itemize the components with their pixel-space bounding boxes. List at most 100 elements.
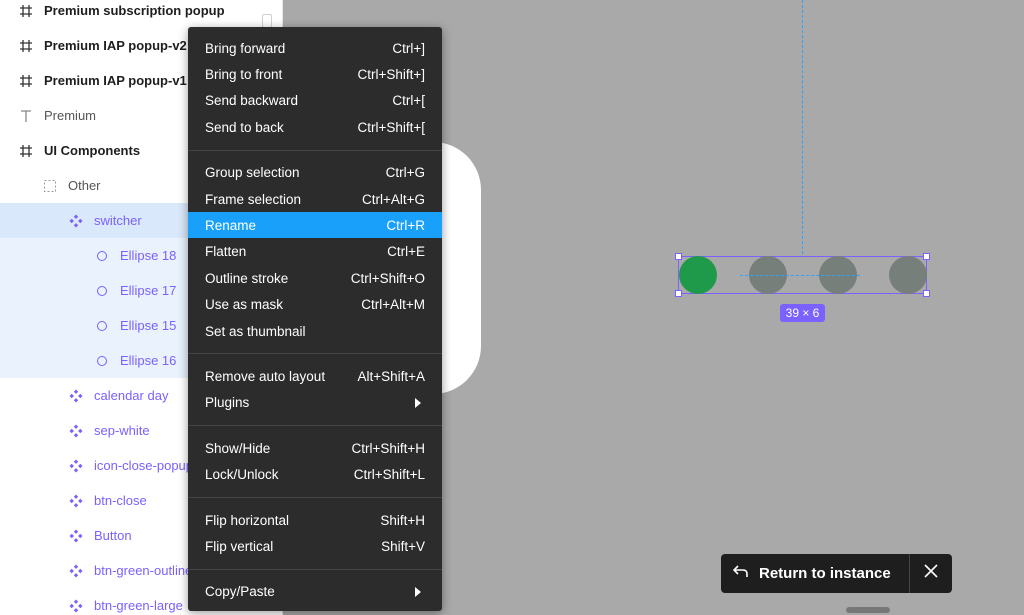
context-menu: Bring forward Ctrl+] Bring to front Ctrl+Sh… (188, 27, 442, 611)
layer-item[interactable]: Premium subscription popup (0, 0, 282, 28)
submenu-arrow-icon (415, 586, 421, 597)
return-to-instance-button[interactable]: Return to instance (721, 554, 910, 593)
ellipse-icon (94, 353, 110, 369)
menu-item-shortcut: Ctrl+[ (392, 93, 425, 109)
text-icon (18, 108, 34, 124)
component-icon (68, 458, 84, 474)
menu-item-outline-stroke[interactable]: Outline stroke Ctrl+Shift+O (188, 265, 442, 291)
panel-scroll-indicator[interactable] (262, 14, 272, 28)
layer-label: Ellipse 18 (120, 248, 177, 263)
switcher-dot[interactable] (889, 256, 927, 294)
menu-item-label: Bring to front (205, 66, 283, 82)
menu-item-flip-vertical[interactable]: Flip vertical Shift+V (188, 533, 442, 559)
layer-label: icon-close-popup (94, 458, 194, 473)
menu-item-label: Frame selection (205, 191, 302, 207)
menu-item-rename[interactable]: Rename Ctrl+R (188, 212, 442, 239)
menu-separator (188, 353, 442, 355)
menu-item-label: Show/Hide (205, 440, 271, 456)
resize-handle-br[interactable] (923, 290, 930, 297)
menu-item-copy-paste[interactable]: Copy/Paste (188, 579, 442, 605)
menu-item-label: Use as mask (205, 297, 284, 313)
layer-label: calendar day (94, 388, 169, 403)
resize-handle-tr[interactable] (923, 253, 930, 260)
layer-label: Other (68, 178, 101, 193)
frame-icon (18, 143, 34, 159)
layer-label: Premium (44, 108, 97, 123)
layer-label: UI Components (44, 143, 141, 158)
menu-item-label: Outline stroke (205, 270, 289, 286)
return-to-instance-label: Return to instance (759, 565, 891, 582)
menu-item-label: Send backward (205, 93, 299, 109)
menu-item-lock-unlock[interactable]: Lock/Unlock Ctrl+Shift+L (188, 462, 442, 488)
menu-item-frame-selection[interactable]: Frame selection Ctrl+Alt+G (188, 186, 442, 212)
menu-item-label: Flatten (205, 244, 247, 260)
component-icon (68, 388, 84, 404)
menu-item-label: Send to back (205, 119, 284, 135)
component-icon (68, 598, 84, 614)
menu-item-bring-to-front[interactable]: Bring to front Ctrl+Shift+] (188, 61, 442, 87)
layer-label: Premium IAP popup-v1 (44, 73, 187, 88)
menu-item-flatten[interactable]: Flatten Ctrl+E (188, 239, 442, 265)
menu-item-shortcut: Ctrl+E (387, 244, 425, 260)
menu-item-send-backward[interactable]: Send backward Ctrl+[ (188, 88, 442, 114)
frame-icon (18, 3, 34, 19)
canvas-scrollbar[interactable] (846, 607, 890, 613)
menu-separator (188, 568, 442, 570)
menu-item-shortcut: Ctrl+Alt+M (361, 297, 425, 313)
menu-item-shortcut: Ctrl+Shift+L (353, 467, 425, 483)
layer-label: btn-green-outline (94, 563, 193, 578)
menu-item-shortcut: Alt+Shift+A (357, 368, 425, 384)
menu-item-label: Bring forward (205, 40, 286, 56)
close-icon (924, 564, 938, 583)
menu-item-shortcut: Shift+V (381, 538, 425, 554)
layer-label: btn-close (94, 493, 147, 508)
menu-item-label: Lock/Unlock (205, 467, 279, 483)
menu-item-label: Remove auto layout (205, 368, 326, 384)
return-to-instance-toast: Return to instance (721, 554, 952, 593)
menu-item-label: Flip horizontal (205, 512, 290, 528)
menu-item-shortcut: Ctrl+R (386, 217, 425, 233)
layer-label: Ellipse 16 (120, 353, 177, 368)
menu-item-shortcut: Ctrl+G (385, 165, 425, 181)
ellipse-icon (94, 248, 110, 264)
component-icon (68, 423, 84, 439)
menu-item-use-as-mask[interactable]: Use as mask Ctrl+Alt+M (188, 292, 442, 318)
menu-item-label: Rename (205, 217, 257, 233)
component-icon (68, 493, 84, 509)
menu-separator (188, 497, 442, 498)
layer-label: switcher (94, 213, 142, 228)
close-toast-button[interactable] (910, 554, 952, 593)
component-icon (68, 563, 84, 579)
resize-handle-tl[interactable] (675, 253, 682, 260)
menu-item-remove-auto-layout[interactable]: Remove auto layout Alt+Shift+A (188, 363, 442, 389)
frame-icon (18, 73, 34, 89)
layer-label: Button (94, 528, 132, 543)
menu-item-shortcut: Shift+H (380, 512, 425, 528)
menu-item-send-to-back[interactable]: Send to back Ctrl+Shift+[ (188, 114, 442, 140)
menu-item-set-as-thumbnail[interactable]: Set as thumbnail (188, 318, 442, 344)
menu-item-show-hide[interactable]: Show/Hide Ctrl+Shift+H (188, 435, 442, 461)
layer-label: sep-white (94, 423, 150, 438)
menu-item-shortcut: Ctrl+Shift+[ (357, 119, 425, 135)
component-icon (68, 528, 84, 544)
layer-label: Ellipse 17 (120, 283, 177, 298)
menu-item-plugins[interactable]: Plugins (188, 390, 442, 416)
menu-item-shortcut: Ctrl+Shift+O (350, 270, 425, 286)
menu-item-label: Plugins (205, 395, 250, 411)
menu-item-label: Flip vertical (205, 538, 274, 554)
resize-handle-bl[interactable] (675, 290, 682, 297)
group-icon (42, 178, 58, 194)
ellipse-icon (94, 318, 110, 334)
switcher-dot[interactable] (679, 256, 717, 294)
menu-item-flip-horizontal[interactable]: Flip horizontal Shift+H (188, 507, 442, 533)
frame-icon (18, 38, 34, 54)
menu-item-shortcut: Ctrl+Shift+H (351, 440, 425, 456)
canvas-guide-horizontal (740, 275, 860, 276)
menu-item-bring-forward[interactable]: Bring forward Ctrl+] (188, 35, 442, 61)
component-icon (68, 213, 84, 229)
menu-item-group-selection[interactable]: Group selection Ctrl+G (188, 160, 442, 186)
size-badge: 39 × 6 (780, 304, 825, 322)
layer-label: Premium IAP popup-v2 (44, 38, 187, 53)
menu-item-shortcut: Ctrl+] (392, 40, 425, 56)
menu-separator (188, 149, 442, 151)
